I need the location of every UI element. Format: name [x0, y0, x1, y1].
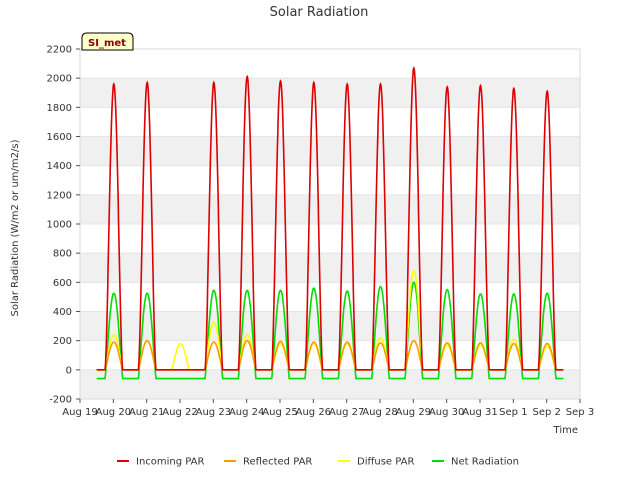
- x-tick-label: Aug 29: [396, 407, 431, 418]
- y-tick-label: 1800: [47, 103, 72, 114]
- y-tick-label: 1600: [47, 132, 72, 143]
- x-tick-label: Aug 22: [162, 407, 197, 418]
- x-tick-label: Aug 19: [62, 407, 97, 418]
- x-tick-label: Aug 25: [262, 407, 297, 418]
- x-tick-label: Aug 20: [96, 407, 131, 418]
- grid-band: [80, 78, 580, 108]
- y-tick-label: -200: [49, 395, 72, 406]
- y-tick-label: 600: [53, 278, 72, 289]
- y-tick-label: 1200: [47, 190, 72, 201]
- legend-label: Net Radiation: [451, 457, 519, 468]
- y-tick-label: 400: [53, 307, 72, 318]
- y-tick-label: 2200: [47, 45, 72, 56]
- x-tick-label: Sep 2: [532, 407, 560, 418]
- solar-radiation-chart: -200 0 200 400 600 800 1000 1200 1400 1600 1800 200…: [10, 5, 594, 468]
- x-tick-label: Sep 1: [499, 407, 527, 418]
- x-tick-label: Aug 23: [196, 407, 231, 418]
- x-tick-label: Aug 30: [429, 407, 464, 418]
- y-tick-label: 0: [66, 365, 72, 376]
- y-tick-label: 2000: [47, 74, 72, 85]
- x-tick-label: Aug 27: [329, 407, 364, 418]
- chart-title: Solar Radiation: [270, 5, 369, 20]
- y-tick-label: 800: [53, 249, 72, 260]
- x-tick-label: Aug 21: [129, 407, 164, 418]
- station-badge: SI_met: [81, 32, 134, 51]
- grid-band: [80, 194, 580, 224]
- y-axis-label: Solar Radiation (W/m2 or um/m2/s): [10, 139, 21, 316]
- x-tick-label: Aug 31: [462, 407, 497, 418]
- legend-label: Diffuse PAR: [357, 457, 414, 468]
- x-axis-label: Time: [553, 425, 578, 436]
- y-tick-label: 1400: [47, 161, 72, 172]
- y-tick-label: 200: [53, 336, 72, 347]
- x-tick-label: Aug 28: [362, 407, 397, 418]
- legend-label: Reflected PAR: [243, 457, 312, 468]
- station-badge-label: SI_met: [88, 38, 126, 49]
- grid-band: [80, 136, 580, 166]
- y-tick-label: 1000: [47, 220, 72, 231]
- legend: Incoming PAR Reflected PAR Diffuse PAR Net …: [117, 457, 519, 468]
- x-tick-label: Sep 3: [566, 407, 594, 418]
- grid-band: [80, 253, 580, 283]
- x-tick-label: Aug 24: [229, 407, 264, 418]
- legend-label: Incoming PAR: [136, 457, 205, 468]
- x-tick-label: Aug 26: [296, 407, 331, 418]
